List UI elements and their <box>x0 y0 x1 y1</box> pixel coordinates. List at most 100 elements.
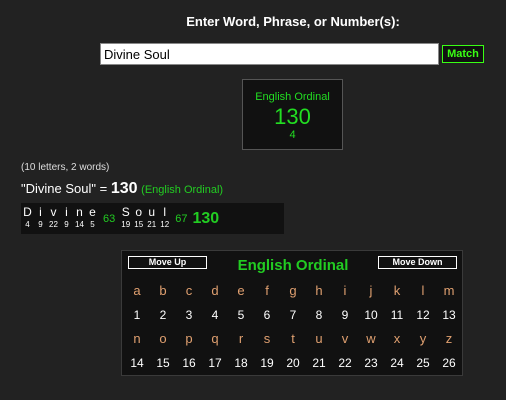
breakdown-letter-value: 14 <box>75 220 84 229</box>
breakdown-total: 130 <box>192 209 220 227</box>
cipher-letter-cell[interactable]: x <box>384 327 410 351</box>
cipher-number-cell[interactable]: 21 <box>306 351 332 375</box>
cipher-value: 130 <box>274 104 311 129</box>
breakdown-word-sum: 67 <box>175 212 188 225</box>
cipher-number-cell[interactable]: 26 <box>436 351 462 375</box>
cipher-number-cell[interactable]: 12 <box>410 303 436 327</box>
cipher-reduced-value: 4 <box>289 129 296 141</box>
cipher-number-cell[interactable]: 8 <box>306 303 332 327</box>
cipher-letter-cell[interactable]: e <box>228 279 254 303</box>
breakdown-letter-char: l <box>163 205 167 219</box>
cipher-number-cell[interactable]: 22 <box>332 351 358 375</box>
cipher-letter-cell[interactable]: y <box>410 327 436 351</box>
breakdown-word: D 4 i 9 v 22 i 9 n 14 e 5 <box>21 206 99 231</box>
cipher-letter-cell[interactable]: p <box>176 327 202 351</box>
breakdown-letter-char: i <box>65 205 68 219</box>
cipher-number-cell[interactable]: 20 <box>280 351 306 375</box>
cipher-letter-cell[interactable]: s <box>254 327 280 351</box>
cipher-number-cell[interactable]: 2 <box>150 303 176 327</box>
breakdown-letter: S 19 <box>119 206 132 231</box>
move-down-button[interactable]: Move Down <box>378 256 457 269</box>
breakdown-letter-char: i <box>39 205 42 219</box>
cipher-number-cell[interactable]: 7 <box>280 303 306 327</box>
cipher-summary-box[interactable]: English Ordinal 130 4 <box>242 79 343 150</box>
cipher-number-cell[interactable]: 5 <box>228 303 254 327</box>
breakdown-letter-char: o <box>135 205 143 219</box>
match-button[interactable]: Match <box>442 45 484 63</box>
cipher-number-cell[interactable]: 16 <box>176 351 202 375</box>
cipher-letter-cell[interactable]: w <box>358 327 384 351</box>
cipher-letter-cell[interactable]: z <box>436 327 462 351</box>
breakdown-letter-value: 12 <box>160 220 170 229</box>
breakdown-letter: D4 <box>21 206 34 231</box>
cipher-number-cell[interactable]: 1 <box>124 303 150 327</box>
cipher-letter-cell[interactable]: f <box>254 279 280 303</box>
breakdown-letter-value: 15 <box>134 220 144 229</box>
breakdown-letter-value: 4 <box>25 220 30 229</box>
cipher-number-cell[interactable]: 25 <box>410 351 436 375</box>
search-field-wrapper <box>100 43 439 65</box>
breakdown-letter: l 12 <box>158 206 171 231</box>
phrase-input[interactable] <box>101 44 438 64</box>
breakdown-letter-char: n <box>76 205 83 219</box>
cipher-number-cell[interactable]: 19 <box>254 351 280 375</box>
breakdown-letter-value: 5 <box>90 220 95 229</box>
breakdown-letter: i9 <box>34 206 47 231</box>
input-prompt: Enter Word, Phrase, or Number(s): <box>186 14 400 29</box>
cipher-letter-cell[interactable]: q <box>202 327 228 351</box>
cipher-letter-cell[interactable]: g <box>280 279 306 303</box>
breakdown-letter: u 21 <box>145 206 158 231</box>
cipher-letter-cell[interactable]: l <box>410 279 436 303</box>
cipher-number-cell[interactable]: 10 <box>358 303 384 327</box>
breakdown-letter-char: u <box>148 205 156 219</box>
breakdown-letter: n 14 <box>73 206 86 231</box>
cipher-letter-cell[interactable]: t <box>280 327 306 351</box>
breakdown-letter-value: 22 <box>49 220 58 229</box>
cipher-number-cell[interactable]: 4 <box>202 303 228 327</box>
cipher-letter-cell[interactable]: k <box>384 279 410 303</box>
cipher-letter-cell[interactable]: m <box>436 279 462 303</box>
breakdown-letter-char: D <box>23 205 32 219</box>
breakdown-letter-value: 21 <box>147 220 157 229</box>
cipher-letter-cell[interactable]: a <box>124 279 150 303</box>
cipher-letter-cell[interactable]: r <box>228 327 254 351</box>
cipher-letter-cell[interactable]: o <box>150 327 176 351</box>
cipher-number-cell[interactable]: 24 <box>384 351 410 375</box>
cipher-letter-cell[interactable]: h <box>306 279 332 303</box>
cipher-number-cell[interactable]: 15 <box>150 351 176 375</box>
cipher-letter-cell[interactable]: c <box>176 279 202 303</box>
breakdown-letter-char: S <box>121 205 130 219</box>
breakdown-letter: o 15 <box>132 206 145 231</box>
cipher-number-cell[interactable]: 3 <box>176 303 202 327</box>
cipher-letter-cell[interactable]: d <box>202 279 228 303</box>
cipher-letter-cell[interactable]: v <box>332 327 358 351</box>
breakdown-word-sum: 63 <box>103 212 116 225</box>
cipher-number-cell[interactable]: 17 <box>202 351 228 375</box>
breakdown-letter-char: v <box>50 205 57 219</box>
breakdown-letter-value: 9 <box>38 220 43 229</box>
cipher-letter-cell[interactable]: i <box>332 279 358 303</box>
cipher-letter-cell[interactable]: j <box>358 279 384 303</box>
cipher-number-cell[interactable]: 13 <box>436 303 462 327</box>
cipher-letter-cell[interactable]: n <box>124 327 150 351</box>
cipher-number-cell[interactable]: 6 <box>254 303 280 327</box>
move-up-button[interactable]: Move Up <box>128 256 207 269</box>
cipher-letter-cell[interactable]: u <box>306 327 332 351</box>
cipher-number-cell[interactable]: 23 <box>358 351 384 375</box>
cipher-number-cell[interactable]: 11 <box>384 303 410 327</box>
letter-word-count: (10 letters, 2 words) <box>21 162 110 173</box>
letter-breakdown: D 4 i 9 v 22 i 9 n 14 e 5 63 S 19 o 15 u 21 l 12 67 130 <box>21 203 284 234</box>
cipher-number-cell[interactable]: 14 <box>124 351 150 375</box>
breakdown-word: S 19 o 15 u 21 l 12 <box>119 206 171 231</box>
breakdown-letter: e5 <box>86 206 99 231</box>
result-phrase: "Divine Soul" <box>21 181 96 196</box>
cipher-letter-cell[interactable]: b <box>150 279 176 303</box>
cipher-number-cell[interactable]: 18 <box>228 351 254 375</box>
breakdown-letter-value: 9 <box>64 220 69 229</box>
breakdown-letter: i9 <box>60 206 73 231</box>
result-cipher-name: (English Ordinal) <box>141 184 224 196</box>
result-value: 130 <box>110 180 138 197</box>
cipher-number-cell[interactable]: 9 <box>332 303 358 327</box>
breakdown-letter-char: e <box>89 205 96 219</box>
cipher-chart-header: Move Up English Ordinal Move Down <box>122 251 462 278</box>
